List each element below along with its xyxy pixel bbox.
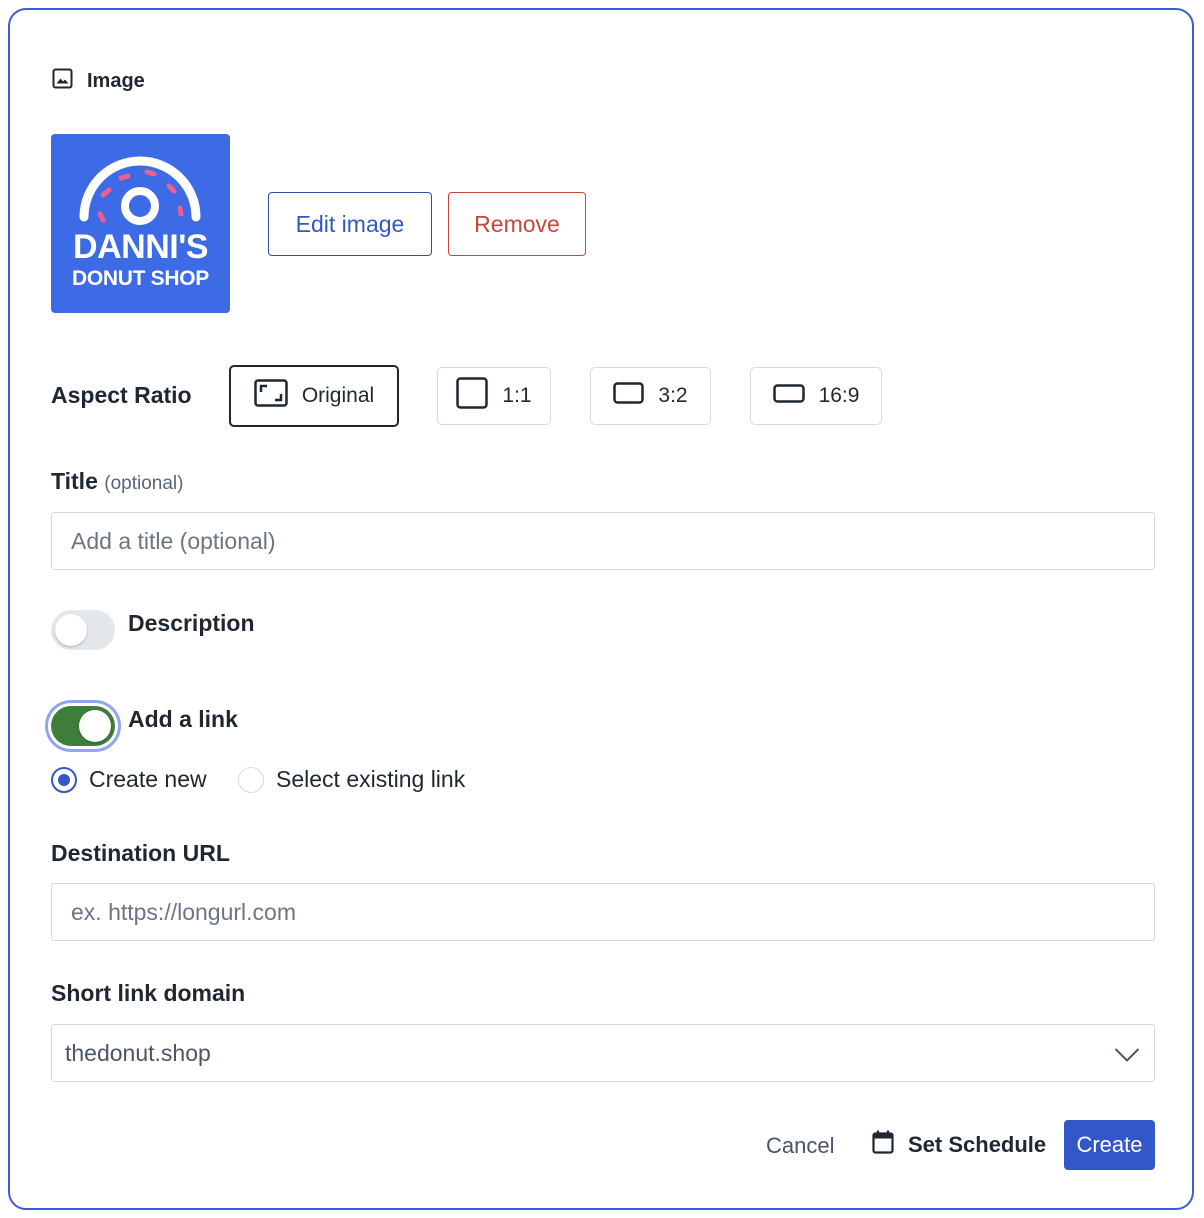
calendar-icon <box>872 1130 894 1160</box>
title-label-text: Title <box>51 468 98 494</box>
destination-url-label: Destination URL <box>51 840 230 866</box>
remove-image-button[interactable]: Remove <box>448 192 586 256</box>
post-editor-card: Image DANNI'S DONUT SHOP Edit image Remo… <box>8 8 1194 1210</box>
radio-select-existing-label: Select existing link <box>276 766 466 792</box>
aspect-ratio-3-2-button[interactable]: 3:2 <box>590 367 711 425</box>
aspect-ratio-original-label: Original <box>301 384 375 407</box>
image-icon <box>52 68 73 94</box>
image-section-header: Image <box>52 68 145 94</box>
radio-select-existing-control[interactable] <box>238 766 264 793</box>
image-section-label: Image <box>87 69 145 92</box>
title-input[interactable] <box>51 512 1155 570</box>
chevron-down-icon <box>1114 1042 1140 1069</box>
crop-original-icon <box>254 379 288 413</box>
square-icon <box>456 377 489 415</box>
aspect-ratio-1-1-label: 1:1 <box>502 384 532 407</box>
set-schedule-button[interactable]: Set Schedule <box>872 1130 1046 1160</box>
aspect-ratio-3-2-label: 3:2 <box>658 384 688 407</box>
aspect-ratio-original-button[interactable]: Original <box>229 365 399 427</box>
title-optional-hint: (optional) <box>104 473 184 494</box>
radio-create-new[interactable]: Create new <box>51 766 207 793</box>
logo-line1: DANNI'S <box>73 228 208 266</box>
short-link-domain-value: thedonut.shop <box>65 1039 211 1066</box>
radio-select-existing[interactable]: Select existing link <box>238 766 465 793</box>
logo-line2: DONUT SHOP <box>71 267 209 290</box>
add-link-toggle-knob <box>79 710 111 742</box>
aspect-ratio-16-9-label: 16:9 <box>818 384 860 407</box>
short-link-domain-label: Short link domain <box>51 980 246 1006</box>
aspect-ratio-16-9-button[interactable]: 16:9 <box>750 367 882 425</box>
add-link-toggle-label: Add a link <box>128 706 238 732</box>
title-field-label: Title (optional) <box>51 468 183 495</box>
create-button[interactable]: Create <box>1064 1120 1155 1170</box>
description-toggle-knob <box>55 614 87 646</box>
cancel-button[interactable]: Cancel <box>766 1133 834 1159</box>
description-toggle[interactable] <box>51 610 115 650</box>
rectangle-icon <box>613 382 645 410</box>
image-thumbnail: DANNI'S DONUT SHOP <box>51 134 230 313</box>
short-link-domain-select[interactable]: thedonut.shop <box>51 1024 1155 1082</box>
wide-rectangle-icon <box>772 383 805 409</box>
aspect-ratio-label: Aspect Ratio <box>51 382 192 408</box>
radio-create-new-label: Create new <box>89 766 207 792</box>
radio-create-new-control[interactable] <box>51 766 77 793</box>
add-link-toggle[interactable] <box>51 706 115 746</box>
description-toggle-label: Description <box>128 610 255 636</box>
aspect-ratio-1-1-button[interactable]: 1:1 <box>437 367 551 425</box>
set-schedule-label: Set Schedule <box>908 1132 1047 1157</box>
edit-image-button[interactable]: Edit image <box>268 192 432 256</box>
destination-url-input[interactable] <box>51 883 1155 941</box>
